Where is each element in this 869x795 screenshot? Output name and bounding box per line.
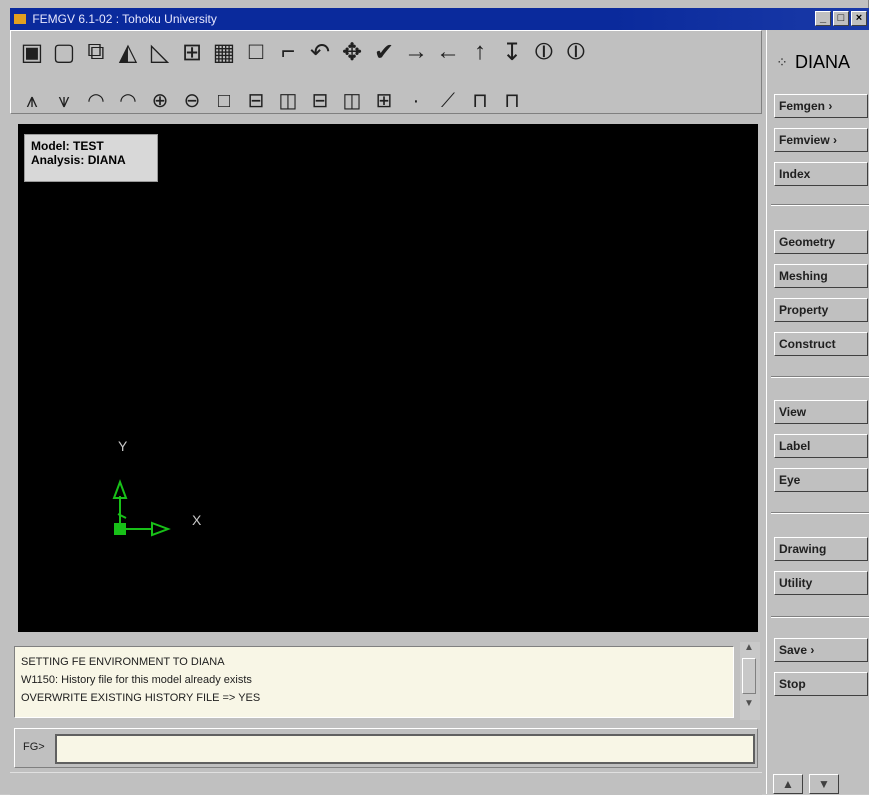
command-prompt: FG> (23, 741, 45, 753)
move-icon[interactable]: ✥ (337, 37, 367, 67)
maximize-button[interactable]: □ (833, 11, 849, 26)
surface-icon[interactable]: ⊓ (465, 91, 495, 113)
femview-button[interactable]: Femview › (774, 128, 868, 152)
rotate-cw-icon[interactable]: ◠ (113, 91, 143, 113)
arrow-left-icon[interactable]: ← (433, 37, 463, 67)
message-scrollbar[interactable]: ▲ ▼ (740, 642, 760, 720)
frame-split-icon[interactable]: ◫ (273, 91, 303, 113)
solid-icon[interactable]: ⊓ (497, 91, 527, 113)
y-axis-label: Y (118, 438, 128, 454)
frame-top-icon[interactable]: ⊟ (241, 91, 271, 113)
rotate-icon[interactable]: ↶ (305, 37, 335, 67)
window-controls: _ □ × (815, 11, 867, 26)
nav-up-button[interactable]: ▲ (773, 774, 803, 794)
frame-icon[interactable]: □ (209, 91, 239, 113)
meshing-button[interactable]: Meshing (774, 264, 868, 288)
nav-down-button[interactable]: ▼ (809, 774, 839, 794)
sidebar-separator (771, 376, 869, 378)
view-button[interactable]: View (774, 400, 868, 424)
construct-button[interactable]: Construct (774, 332, 868, 356)
sidebar-separator (771, 512, 869, 514)
window-title: FEMGV 6.1-02 : Tohoku University (32, 12, 217, 26)
arrow-down-icon[interactable]: ↧ (497, 37, 527, 67)
wire-box-icon[interactable]: ▢ (49, 37, 79, 67)
mesh-grid-icon[interactable]: ⊞ (177, 37, 207, 67)
diana-brand: ⁘ DIANA (773, 44, 850, 80)
message-line: W1150: History file for this model alrea… (21, 674, 252, 686)
sidebar-nav: ▲ ▼ (773, 774, 839, 794)
graphics-viewport[interactable] (18, 124, 758, 632)
pick-icon[interactable]: ✔ (369, 37, 399, 67)
model-info-box: Model: TEST Analysis: DIANA (24, 134, 158, 182)
sidebar-separator (771, 616, 869, 618)
x-axis-label: X (192, 512, 202, 528)
blank-square-icon[interactable]: □ (241, 37, 271, 67)
scroll-thumb[interactable] (742, 658, 756, 694)
zoom-out-icon[interactable]: ⊖ (177, 91, 207, 113)
index-button[interactable]: Index (774, 162, 868, 186)
geometry-button[interactable]: Geometry (774, 230, 868, 254)
spin-y-icon[interactable]: ⦶ (561, 37, 591, 67)
property-button[interactable]: Property (774, 298, 868, 322)
stop-button[interactable]: Stop (774, 672, 868, 696)
sidebar-separator (771, 204, 869, 206)
toolbar-row-2: ⩚ ⩛ ◠ ◠ ⊕ ⊖ □ ⊟ ◫ ⊟ ◫ ⊞ · ⟋ ⊓ ⊓ (17, 91, 527, 113)
label-button[interactable]: Label (774, 434, 868, 458)
eye-button[interactable]: Eye (774, 468, 868, 492)
app-icon (14, 14, 26, 24)
rotate-ccw-icon[interactable]: ◠ (81, 91, 111, 113)
frame-cols-icon[interactable]: ◫ (337, 91, 367, 113)
analysis-name: Analysis: DIANA (31, 153, 126, 167)
application-window: FEMGV 6.1-02 : Tohoku University _ □ × ▣… (0, 0, 869, 795)
toolbar: ▣ ▢ ⧉ ◭ ◺ ⊞ ▦ □ ⌐ ↶ ✥ ✔ → ← ↑ ↧ ⦶ ⦶ ⩚ ⩛ ◠ ◠ ⊕ ⊖ □ ⊟ ◫ ⊟ ◫ ⊞ · ⟋ ⊓ ⊓ (10, 30, 762, 114)
command-input[interactable] (55, 734, 755, 764)
save-button[interactable]: Save › (774, 638, 868, 662)
hidden-box-icon[interactable]: ⧉ (81, 37, 111, 67)
arrow-up-icon[interactable]: ↑ (465, 37, 495, 67)
message-line: OVERWRITE EXISTING HISTORY FILE => YES (21, 692, 261, 704)
view-b-icon[interactable]: ⩛ (49, 91, 79, 113)
drawing-button[interactable]: Drawing (774, 537, 868, 561)
close-button[interactable]: × (851, 11, 867, 26)
model-name: Model: TEST (31, 139, 104, 153)
point-icon[interactable]: · (401, 91, 431, 113)
line-icon[interactable]: ⟋ (433, 91, 463, 113)
zoom-in-icon[interactable]: ⊕ (145, 91, 175, 113)
scroll-up-icon[interactable]: ▲ (740, 642, 758, 654)
brand-label: DIANA (795, 51, 851, 72)
mesh-grid-fine-icon[interactable]: ▦ (209, 37, 239, 67)
minimize-button[interactable]: _ (815, 11, 831, 26)
status-bar (10, 772, 762, 795)
utility-button[interactable]: Utility (774, 571, 868, 595)
toolbar-row-1: ▣ ▢ ⧉ ◭ ◺ ⊞ ▦ □ ⌐ ↶ ✥ ✔ → ← ↑ ↧ ⦶ ⦶ (17, 37, 591, 67)
curve-outline-icon[interactable]: ◺ (145, 37, 175, 67)
arrow-right-icon[interactable]: → (401, 37, 431, 67)
femgen-button[interactable]: Femgen › (774, 94, 868, 118)
x-axis-arrow (151, 521, 171, 537)
shaded-curve-icon[interactable]: ◭ (113, 37, 143, 67)
partial-square-icon[interactable]: ⌐ (273, 37, 303, 67)
spin-x-icon[interactable]: ⦶ (529, 37, 559, 67)
axis-triad (112, 479, 171, 537)
title-bar[interactable]: FEMGV 6.1-02 : Tohoku University _ □ × (10, 8, 869, 30)
view-a-icon[interactable]: ⩚ (17, 91, 47, 113)
scroll-down-icon[interactable]: ▼ (740, 698, 758, 710)
message-line: SETTING FE ENVIRONMENT TO DIANA (21, 656, 225, 668)
command-bar: FG> (14, 728, 758, 768)
frame-mid-icon[interactable]: ⊟ (305, 91, 335, 113)
y-axis-arrow (112, 479, 128, 499)
frame-quad-icon[interactable]: ⊞ (369, 91, 399, 113)
module-sidebar: ⁘ DIANA Femgen › Femview › Index Geometr… (766, 30, 869, 794)
message-log: SETTING FE ENVIRONMENT TO DIANA W1150: H… (14, 646, 734, 718)
origin-marker (114, 523, 126, 535)
diana-logo-icon: ⁘ (776, 53, 788, 70)
solid-box-icon[interactable]: ▣ (17, 37, 47, 67)
